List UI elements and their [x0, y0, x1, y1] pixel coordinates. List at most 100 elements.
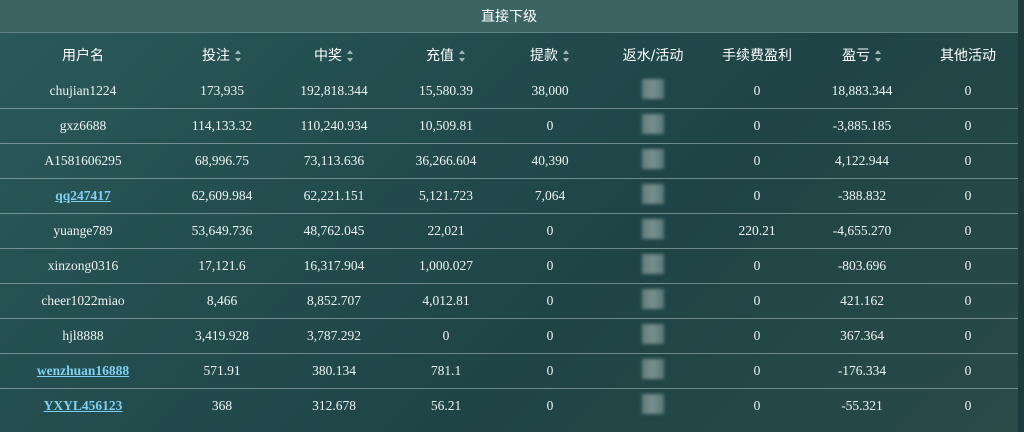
username-link[interactable]: wenzhuan16888 [37, 363, 129, 378]
username-cell: cheer1022miao [0, 283, 166, 319]
other-cell: 0 [918, 213, 1018, 249]
column-header-fee-profit: 手续费盈利 [708, 36, 806, 74]
scrollbar-track[interactable] [1018, 0, 1024, 432]
redacted-blur [642, 149, 664, 169]
table-row: YXYL456123 368 312.678 56.21 0 0 -55.321 0 [0, 388, 1018, 423]
username-cell: chujian1224 [0, 74, 166, 109]
table-row: wenzhuan16888 571.91 380.134 781.1 0 0 -176.33… [0, 353, 1018, 389]
other-cell: 0 [918, 388, 1018, 423]
table-row: hjl8888 3,419.928 3,787.292 0 0 0 367.364 0 [0, 318, 1018, 354]
username-text: gxz6688 [59, 118, 107, 133]
bet-cell: 114,133.32 [166, 108, 278, 144]
pnl-cell: 4,122.944 [806, 143, 918, 179]
win-cell: 192,818.344 [300, 83, 368, 98]
win-cell: 312.678 [278, 388, 390, 423]
rebate-cell-redacted [598, 143, 708, 179]
deposit-cell: 10,509.81 [390, 108, 502, 144]
withdraw-cell: 0 [502, 248, 598, 284]
subordinates-table: 用户名 投注 中奖 充值 提款 返水/活动 手续费盈利 盈亏 其他活动 chujian1224 1… [0, 36, 1018, 423]
bet-cell: 8,466 [166, 283, 278, 319]
table-row: qq247417 62,609.984 62,221.151 5,121.723 7,0… [0, 178, 1018, 214]
username-link[interactable]: YXYL456123 [44, 398, 123, 413]
panel-title: 直接下级 [0, 0, 1018, 33]
username-cell: A1581606295 [0, 143, 166, 179]
column-header-withdraw[interactable]: 提款 [502, 36, 598, 74]
win-cell: 16,317.904 [278, 248, 390, 284]
fee-profit-cell: 0 [708, 283, 806, 319]
withdraw-cell: 0 [502, 318, 598, 354]
rebate-cell-redacted [598, 178, 708, 214]
withdraw-cell: 0 [502, 108, 598, 144]
deposit-cell: 4,012.81 [390, 283, 502, 319]
username-text: xinzong0316 [47, 258, 119, 273]
rebate-cell-redacted [598, 74, 708, 109]
deposit-cell: 15,580.39 [419, 83, 473, 98]
redacted-blur [642, 114, 664, 134]
win-cell: 62,221.151 [278, 178, 390, 214]
column-header-deposit[interactable]: 充值 [390, 36, 502, 74]
deposit-cell: 781.1 [390, 353, 502, 389]
sort-arrows-icon[interactable] [563, 50, 570, 62]
pnl-cell: -55.321 [806, 388, 918, 423]
username-text: hjl8888 [62, 328, 104, 343]
column-header-label: 充值 [426, 48, 454, 64]
rebate-cell-redacted [598, 108, 708, 144]
redacted-blur [642, 324, 664, 344]
pnl-cell: 367.364 [806, 318, 918, 354]
username-cell: YXYL456123 [0, 388, 166, 423]
pnl-cell: -4,655.270 [806, 213, 918, 249]
rebate-cell-redacted [598, 388, 708, 423]
column-header-label: 投注 [202, 48, 230, 64]
column-header-rebate: 返水/活动 [598, 36, 708, 74]
other-cell: 0 [918, 108, 1018, 144]
table-row: yuange789 53,649.736 48,762.045 22,021 0 220.… [0, 213, 1018, 249]
column-header-other: 其他活动 [918, 36, 1018, 74]
column-header-label: 盈亏 [842, 48, 870, 64]
fee-profit-cell: 0 [708, 318, 806, 354]
rebate-cell-redacted [598, 248, 708, 284]
column-header-bet[interactable]: 投注 [166, 36, 278, 74]
redacted-blur [642, 289, 664, 309]
sort-arrows-icon[interactable] [459, 50, 466, 62]
rebate-cell-redacted [598, 318, 708, 354]
other-cell: 0 [964, 83, 972, 98]
column-header-username: 用户名 [0, 36, 166, 74]
bet-cell: 62,609.984 [166, 178, 278, 214]
table-row: cheer1022miao 8,466 8,852.707 4,012.81 0 0 421… [0, 283, 1018, 319]
username-link[interactable]: qq247417 [55, 188, 111, 203]
other-cell: 0 [918, 318, 1018, 354]
pnl-cell: -3,885.185 [806, 108, 918, 144]
win-cell: 380.134 [278, 353, 390, 389]
table-header-row: 用户名 投注 中奖 充值 提款 返水/活动 手续费盈利 盈亏 其他活动 [0, 36, 1018, 74]
fee-profit-cell: 0 [708, 353, 806, 389]
fee-profit-cell: 0 [708, 143, 806, 179]
username-cell: hjl8888 [0, 318, 166, 354]
withdraw-cell: 0 [502, 213, 598, 249]
column-header-win[interactable]: 中奖 [278, 36, 390, 74]
redacted-blur [642, 254, 664, 274]
sort-arrows-icon[interactable] [235, 50, 242, 62]
table-row: A1581606295 68,996.75 73,113.636 36,266.604… [0, 143, 1018, 179]
deposit-cell: 5,121.723 [390, 178, 502, 214]
fee-profit-cell: 220.21 [708, 213, 806, 249]
bet-cell: 3,419.928 [166, 318, 278, 354]
bet-cell: 17,121.6 [166, 248, 278, 284]
username-text: A1581606295 [44, 153, 122, 168]
rebate-cell-redacted [598, 213, 708, 249]
sort-arrows-icon[interactable] [875, 50, 882, 62]
table-row: chujian1224 173,935 192,818.344 15,580.39 38… [0, 74, 1018, 109]
win-cell: 110,240.934 [278, 108, 390, 144]
table-row: gxz6688 114,133.32 110,240.934 10,509.81 0 0-… [0, 108, 1018, 144]
bet-cell: 173,935 [200, 83, 244, 98]
other-cell: 0 [918, 178, 1018, 214]
username-cell: gxz6688 [0, 108, 166, 144]
redacted-blur [642, 359, 664, 379]
column-header-label: 手续费盈利 [722, 48, 792, 64]
fee-profit-cell: 0 [708, 108, 806, 144]
sort-arrows-icon[interactable] [347, 50, 354, 62]
win-cell: 48,762.045 [278, 213, 390, 249]
withdraw-cell: 0 [502, 283, 598, 319]
column-header-pnl[interactable]: 盈亏 [806, 36, 918, 74]
username-cell: qq247417 [0, 178, 166, 214]
redacted-blur [642, 219, 664, 239]
